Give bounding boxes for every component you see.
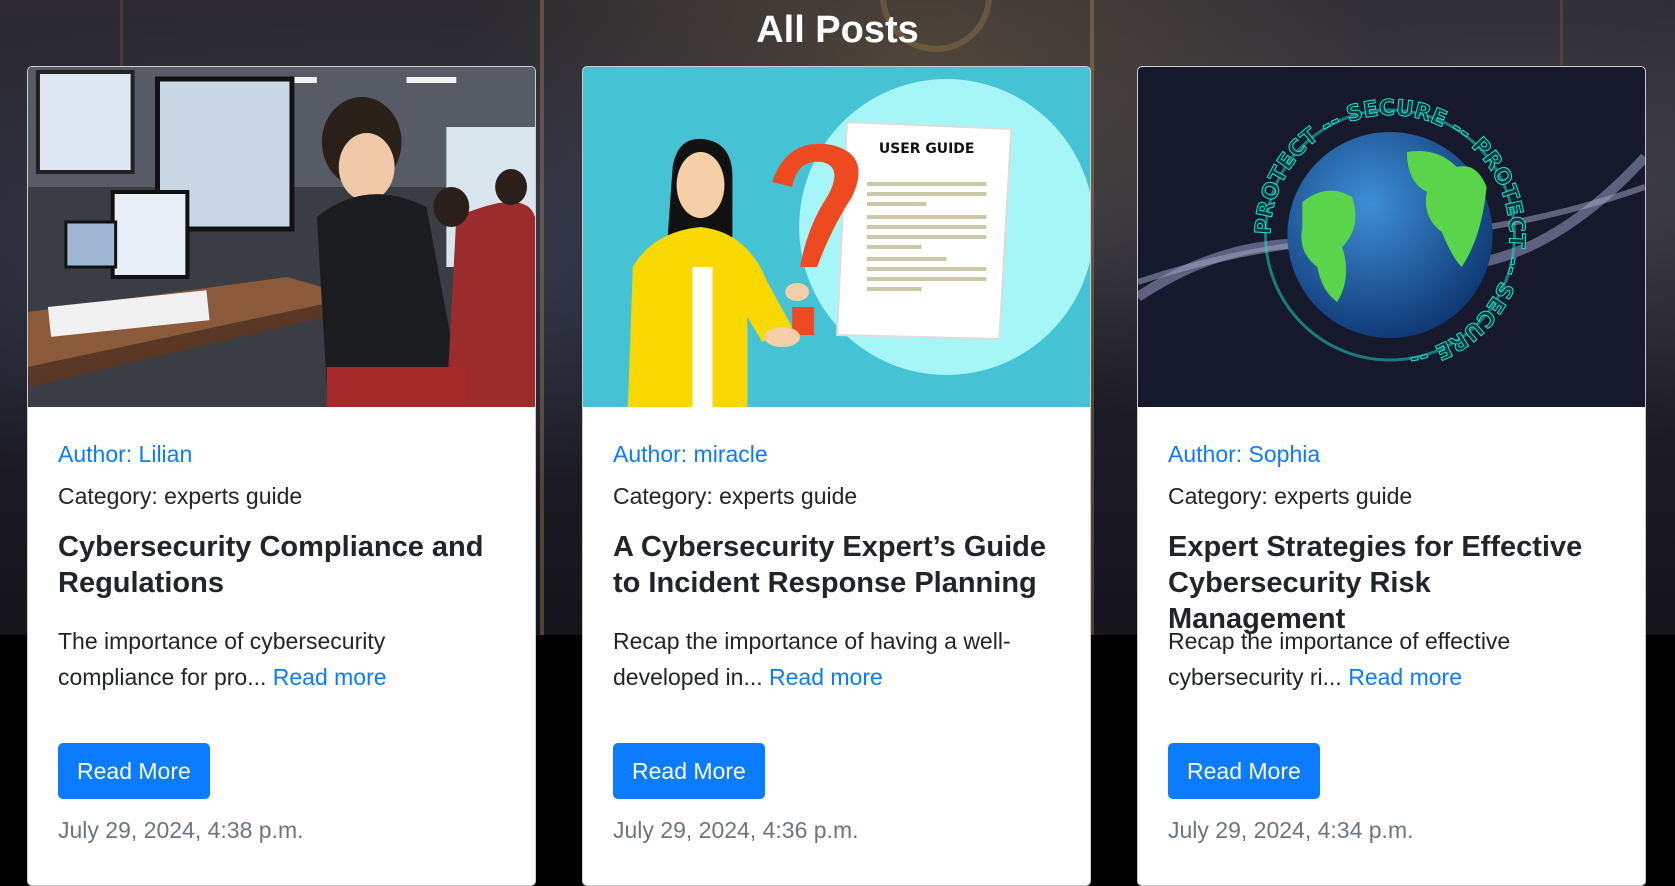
post-title: Expert Strategies for Effective Cybersec… [1168, 531, 1583, 635]
post-card: USER GUIDE Author: miracle Category: exp… [582, 66, 1091, 886]
author-link[interactable]: Author: miracle [613, 439, 1060, 469]
read-more-button[interactable]: Read More [613, 743, 765, 799]
post-excerpt: Recap the importance of having a well-de… [613, 623, 1060, 695]
author-link[interactable]: Author: Lilian [58, 439, 505, 469]
post-card: Author: Lilian Category: experts guide C… [27, 66, 536, 886]
read-more-link[interactable]: Read more [273, 664, 387, 690]
category-label: Category: experts guide [613, 483, 858, 509]
user-guide-text: USER GUIDE [879, 141, 975, 157]
category-label: Category: experts guide [58, 483, 303, 509]
read-more-link[interactable]: Read more [1348, 664, 1462, 690]
read-more-button[interactable]: Read More [58, 743, 210, 799]
post-card: PROTECT -- SECURE -- PROTECT -- SECURE -… [1137, 66, 1646, 886]
read-more-link[interactable]: Read more [769, 664, 883, 690]
author-link[interactable]: Author: Sophia [1168, 439, 1615, 469]
user-guide-illustration-image[interactable]: USER GUIDE [583, 67, 1090, 407]
post-date: July 29, 2024, 4:38 p.m. [58, 817, 304, 843]
programmer-at-computer-image[interactable] [28, 67, 535, 407]
category-label: Category: experts guide [1168, 483, 1413, 509]
post-date: July 29, 2024, 4:36 p.m. [613, 817, 859, 843]
page-title: All Posts [756, 9, 919, 51]
globe-protect-secure-image[interactable]: PROTECT -- SECURE -- PROTECT -- SECURE -… [1138, 67, 1645, 407]
post-date: July 29, 2024, 4:34 p.m. [1168, 817, 1414, 843]
post-excerpt: Recap the importance of effective cybers… [1168, 623, 1615, 695]
post-excerpt: The importance of cybersecurity complian… [58, 623, 505, 695]
post-title: Cybersecurity Compliance and Regulations [58, 531, 484, 599]
post-title: A Cybersecurity Expert’s Guide to Incide… [613, 531, 1047, 599]
read-more-button[interactable]: Read More [1168, 743, 1320, 799]
